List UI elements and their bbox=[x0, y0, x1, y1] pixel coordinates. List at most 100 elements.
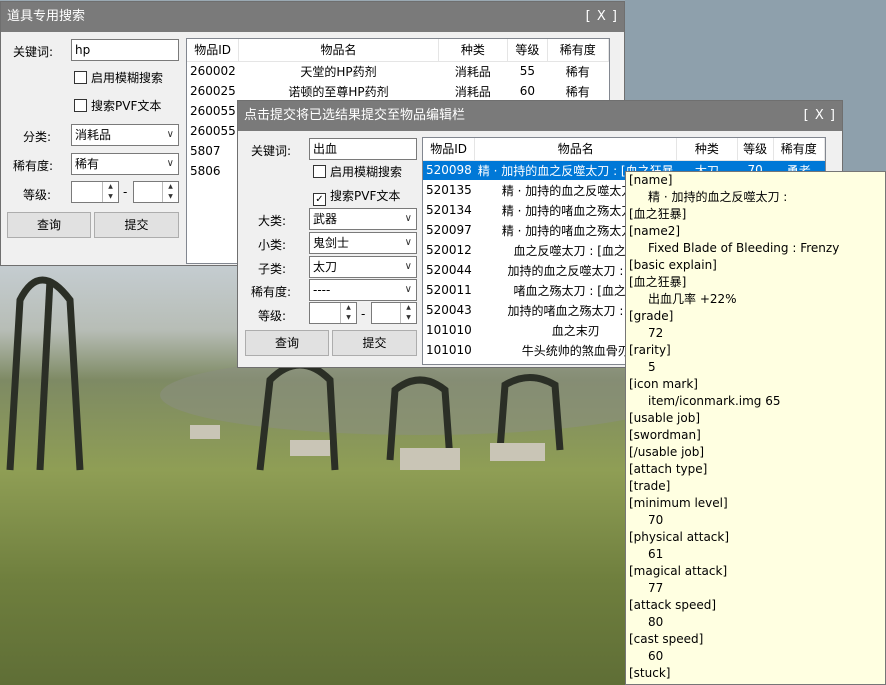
up-arrow-icon[interactable]: ▲ bbox=[401, 303, 416, 313]
column-header[interactable]: 物品ID bbox=[423, 138, 476, 161]
fuzzy-search-checkbox[interactable]: 启用模糊搜索 bbox=[74, 71, 163, 85]
keyword-input[interactable]: hp bbox=[71, 39, 179, 61]
tooltip-line: [usable job] bbox=[629, 411, 701, 425]
tooltip-line: [grade] bbox=[629, 309, 674, 323]
column-header[interactable]: 物品名 bbox=[474, 138, 678, 161]
pvf-search-label: 搜索PVF文本 bbox=[91, 99, 162, 113]
tooltip-line: Fixed Blade of Bleeding : Frenzy bbox=[648, 241, 840, 255]
table-cell: 520043 bbox=[426, 303, 472, 317]
rarity-select[interactable]: 稀有 ∨ bbox=[71, 153, 179, 175]
tooltip-line: [rarity] bbox=[629, 343, 671, 357]
pvf-search-label: 搜索PVF文本 bbox=[330, 189, 401, 203]
level-separator: - bbox=[361, 307, 366, 321]
column-header[interactable]: 稀有度 bbox=[547, 39, 609, 62]
table-cell: 520135 bbox=[426, 183, 472, 197]
level-max-spinner[interactable]: ▲ ▼ bbox=[371, 302, 417, 324]
tooltip-line: [minimum level] bbox=[629, 496, 728, 510]
fuzzy-search-label: 启用模糊搜索 bbox=[330, 165, 403, 179]
column-header[interactable]: 等级 bbox=[507, 39, 548, 62]
table-cell: 5807 bbox=[190, 144, 221, 158]
pvf-search-checkbox[interactable]: ✓ 搜索PVF文本 bbox=[313, 189, 400, 206]
down-arrow-icon[interactable]: ▼ bbox=[401, 313, 416, 323]
query-button[interactable]: 查询 bbox=[245, 330, 329, 356]
down-arrow-icon[interactable]: ▼ bbox=[163, 192, 178, 202]
table-cell: 60 bbox=[519, 84, 535, 98]
level-min-spinner[interactable]: ▲ ▼ bbox=[309, 302, 357, 324]
tooltip-line: [name] bbox=[629, 173, 673, 187]
table-cell: 520044 bbox=[426, 263, 472, 277]
tooltip-line: [name2] bbox=[629, 224, 681, 238]
down-arrow-icon[interactable]: ▼ bbox=[341, 313, 356, 323]
rarity-select[interactable]: ---- ∨ bbox=[309, 279, 417, 301]
column-header[interactable]: 等级 bbox=[737, 138, 774, 161]
table-cell: 稀有 bbox=[565, 84, 590, 99]
table-cell: 天堂的HP药剂 bbox=[300, 64, 377, 79]
tooltip-line: [血之狂暴] bbox=[629, 275, 687, 289]
category-label: 分类: bbox=[23, 130, 52, 144]
table-cell: 520011 bbox=[426, 283, 472, 297]
minor-category-label: 小类: bbox=[258, 238, 287, 252]
tooltip-line: [cast speed] bbox=[629, 632, 704, 646]
table-cell: 260025 bbox=[190, 84, 236, 98]
keyword-input[interactable]: 出血 bbox=[309, 138, 417, 160]
column-header[interactable]: 种类 bbox=[438, 39, 509, 62]
table-row[interactable]: 260025 诺顿的至尊HP药剂 消耗品 60 稀有 bbox=[187, 81, 609, 101]
window-title-bar[interactable]: 道具专用搜索 [ X ] bbox=[1, 2, 624, 32]
close-button[interactable]: [ X ] bbox=[586, 2, 618, 32]
table-cell: 诺顿的至尊HP药剂 bbox=[288, 84, 389, 99]
table-row[interactable]: 260002 天堂的HP药剂 消耗品 55 稀有 bbox=[187, 61, 609, 81]
table-cell: 5806 bbox=[190, 164, 221, 178]
item-detail-tooltip: [name] 精 · 加持的血之反噬太刀 : [血之狂暴] [name2] Fixed … bbox=[625, 171, 886, 685]
table-cell: 101010 bbox=[426, 323, 472, 337]
minor-category-select[interactable]: 鬼剑士 ∨ bbox=[309, 232, 417, 254]
window-title: 点击提交将已选结果提交至物品编辑栏 bbox=[244, 108, 466, 123]
tooltip-line: 精 · 加持的血之反噬太刀 : bbox=[648, 190, 788, 204]
tooltip-line: [swordman] bbox=[629, 428, 701, 442]
tooltip-line: 80 bbox=[648, 615, 664, 629]
rarity-label: 稀有度: bbox=[13, 159, 54, 173]
column-header[interactable]: 物品ID bbox=[187, 39, 240, 62]
tooltip-line: 出血几率 +22% bbox=[648, 292, 737, 306]
query-button[interactable]: 查询 bbox=[7, 212, 91, 238]
tooltip-line: 61 bbox=[648, 547, 664, 561]
tooltip-line: item/iconmark.img 65 bbox=[648, 394, 781, 408]
up-arrow-icon[interactable]: ▲ bbox=[163, 182, 178, 192]
tooltip-line: [stuck] bbox=[629, 666, 671, 680]
table-cell: 260002 bbox=[190, 64, 236, 79]
keyword-label: 关键词: bbox=[251, 144, 292, 158]
tooltip-line: 5 bbox=[648, 360, 656, 374]
tooltip-line: [trade] bbox=[629, 479, 671, 493]
table-cell: 520098 bbox=[423, 160, 475, 180]
rarity-label: 稀有度: bbox=[251, 285, 292, 299]
window-title-bar[interactable]: 点击提交将已选结果提交至物品编辑栏 [ X ] bbox=[238, 101, 842, 131]
tooltip-line: [attach type] bbox=[629, 462, 708, 476]
tooltip-line: 72 bbox=[648, 326, 664, 340]
column-header[interactable]: 种类 bbox=[676, 138, 738, 161]
level-min-spinner[interactable]: ▲ ▼ bbox=[71, 181, 119, 203]
major-category-select[interactable]: 武器 ∨ bbox=[309, 208, 417, 230]
table-cell: 260055 bbox=[190, 104, 236, 118]
level-max-spinner[interactable]: ▲ ▼ bbox=[133, 181, 179, 203]
chevron-down-icon: ∨ bbox=[404, 261, 412, 272]
submit-button[interactable]: 提交 bbox=[94, 212, 179, 238]
chevron-down-icon: ∨ bbox=[404, 237, 412, 248]
submit-button[interactable]: 提交 bbox=[332, 330, 417, 356]
fuzzy-search-checkbox[interactable]: 启用模糊搜索 bbox=[313, 165, 402, 179]
chevron-down-icon: ∨ bbox=[404, 213, 412, 224]
pvf-search-checkbox[interactable]: 搜索PVF文本 bbox=[74, 99, 161, 113]
keyword-label: 关键词: bbox=[13, 45, 54, 59]
up-arrow-icon[interactable]: ▲ bbox=[103, 182, 118, 192]
column-header[interactable]: 物品名 bbox=[238, 39, 439, 62]
sub-category-select[interactable]: 太刀 ∨ bbox=[309, 256, 417, 278]
table-header-row: 物品ID 物品名 种类 等级 稀有度 bbox=[187, 39, 609, 62]
tooltip-line: 60 bbox=[648, 649, 664, 663]
up-arrow-icon[interactable]: ▲ bbox=[341, 303, 356, 313]
category-select[interactable]: 消耗品 ∨ bbox=[71, 124, 179, 146]
tooltip-line: [magical attack] bbox=[629, 564, 728, 578]
major-category-label: 大类: bbox=[258, 214, 287, 228]
level-label: 等级: bbox=[258, 309, 287, 323]
down-arrow-icon[interactable]: ▼ bbox=[103, 192, 118, 202]
close-button[interactable]: [ X ] bbox=[804, 101, 836, 131]
tooltip-line: 77 bbox=[648, 581, 664, 595]
column-header[interactable]: 稀有度 bbox=[773, 138, 825, 161]
